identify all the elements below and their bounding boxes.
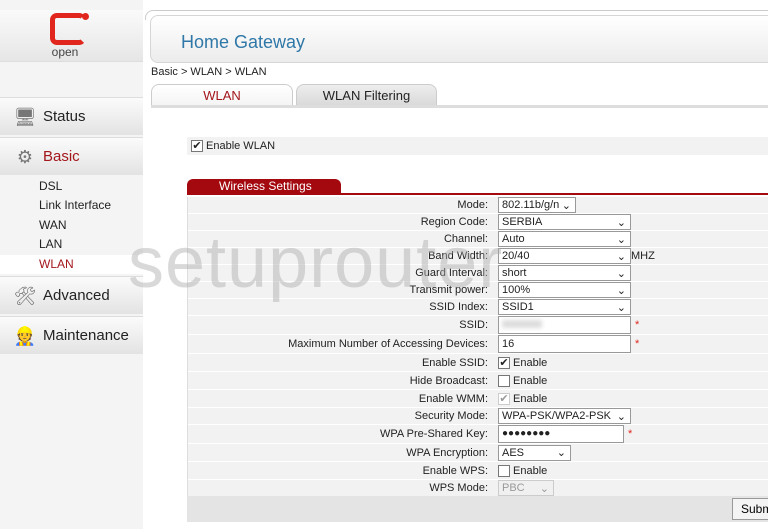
submenu-lan[interactable]: LAN <box>0 235 143 254</box>
ssid-input[interactable] <box>498 316 631 334</box>
power-label: Transmit power: <box>409 284 488 296</box>
wmm-label: Enable WMM: <box>418 392 488 405</box>
tools-icon: 🛠 <box>13 285 37 306</box>
required-mark: * <box>628 428 633 440</box>
bandwidth-select[interactable]: 20/40 ⌄ <box>498 248 631 264</box>
ssid-index-label: SSID Index: <box>429 301 488 313</box>
logo: open <box>0 10 143 62</box>
logo-mark <box>50 13 86 45</box>
chevron-down-icon: ⌄ <box>561 199 571 212</box>
sidebar-item-label: Maintenance <box>43 327 129 344</box>
enable-ssid-text: Enable <box>513 356 548 369</box>
power-select[interactable]: 100% ⌄ <box>498 282 631 298</box>
sidebar-item-advanced[interactable]: 🛠 Advanced <box>0 276 143 314</box>
chevron-down-icon: ⌄ <box>539 482 549 495</box>
tab-wlan-filtering[interactable]: WLAN Filtering <box>296 84 437 106</box>
page-title: Home Gateway <box>181 32 306 52</box>
sidebar: open 🖥 Status ⚙ Basic DSL Link Interface W… <box>0 0 143 529</box>
encryption-label: WPA Encryption: <box>406 446 488 459</box>
ssid-index-value: SSID1 <box>502 301 534 313</box>
guard-label: Guard Interval: <box>415 267 488 279</box>
chevron-down-icon: ⌄ <box>616 233 626 246</box>
region-value: SERBIA <box>502 216 543 228</box>
mode-select[interactable]: 802.11b/g/n ⌄ <box>498 197 576 213</box>
encryption-select[interactable]: AES ⌄ <box>498 444 571 461</box>
enable-wlan-checkbox[interactable]: ✔ <box>191 140 203 152</box>
guard-value: short <box>502 267 527 279</box>
tab-wlan[interactable]: WLAN <box>151 84 293 106</box>
enable-wlan-row: ✔ Enable WLAN <box>187 137 768 155</box>
wmm-checkbox[interactable]: ✔ <box>498 392 510 405</box>
psk-input[interactable]: ●●●●●●●● <box>498 425 624 443</box>
channel-label: Channel: <box>443 233 488 245</box>
wps-label: Enable WPS: <box>422 464 488 477</box>
chevron-down-icon: ⌄ <box>616 301 626 314</box>
enable-ssid-label: Enable SSID: <box>421 356 488 369</box>
bandwidth-unit: MHZ <box>631 250 655 262</box>
enable-ssid-checkbox[interactable]: ✔ <box>498 356 510 369</box>
section-title: Wireless Settings <box>187 179 341 194</box>
submenu-link-interface[interactable]: Link Interface <box>0 196 143 215</box>
chevron-down-icon: ⌄ <box>616 410 626 423</box>
sidebar-item-label: Basic <box>43 148 80 165</box>
required-mark: * <box>635 319 640 331</box>
hide-broadcast-label: Hide Broadcast: <box>409 374 488 387</box>
channel-select[interactable]: Auto ⌄ <box>498 231 631 247</box>
security-select[interactable]: WPA-PSK/WPA2-PSK ⌄ <box>498 408 631 424</box>
required-mark: * <box>635 338 640 350</box>
channel-value: Auto <box>502 233 525 245</box>
guard-select[interactable]: short ⌄ <box>498 265 631 281</box>
region-select[interactable]: SERBIA ⌄ <box>498 214 631 230</box>
bandwidth-label: Band Width: <box>428 250 488 262</box>
chevron-down-icon: ⌄ <box>616 250 626 263</box>
max-devices-label: Maximum Number of Accessing Devices: <box>288 338 488 350</box>
sidebar-item-status[interactable]: 🖥 Status <box>0 97 143 135</box>
sidebar-item-label: Status <box>43 108 86 125</box>
logo-dot <box>82 13 89 20</box>
power-value: 100% <box>502 284 531 296</box>
mode-label: Mode: <box>457 199 488 211</box>
wps-text: Enable <box>513 464 548 477</box>
chevron-down-icon: ⌄ <box>616 216 626 229</box>
hide-broadcast-text: Enable <box>513 374 548 387</box>
psk-label: WPA Pre-Shared Key: <box>379 428 488 440</box>
wps-mode-value: PBC <box>502 482 525 494</box>
sidebar-item-basic[interactable]: ⚙ Basic <box>0 137 143 175</box>
hide-broadcast-checkbox[interactable] <box>498 374 510 387</box>
security-value: WPA-PSK/WPA2-PSK <box>502 410 612 422</box>
tab-divider <box>151 105 768 108</box>
region-label: Region Code: <box>420 216 488 228</box>
sidebar-item-maintenance[interactable]: 👷 Maintenance <box>0 316 143 354</box>
person-icon: 👷 <box>13 325 37 346</box>
security-label: Security Mode: <box>414 410 488 422</box>
header: Home Gateway <box>150 15 768 63</box>
ssid-label: SSID: <box>459 319 488 331</box>
logo-text: open <box>51 45 79 59</box>
blurred-ssid <box>502 320 542 328</box>
chevron-down-icon: ⌄ <box>616 284 626 297</box>
encryption-value: AES <box>502 446 525 459</box>
wps-mode-select[interactable]: PBC ⌄ <box>498 480 554 496</box>
gear-icon: ⚙ <box>16 146 34 167</box>
ssid-index-select[interactable]: SSID1 ⌄ <box>498 299 631 315</box>
submenu-dsl[interactable]: DSL <box>0 177 143 196</box>
wps-mode-label: WPS Mode: <box>429 482 488 494</box>
submenu-wan[interactable]: WAN <box>0 216 143 235</box>
sidebar-item-label: Advanced <box>43 287 110 304</box>
wmm-text: Enable <box>513 392 548 405</box>
section-divider <box>187 193 768 195</box>
enable-wlan-label: Enable WLAN <box>206 140 276 152</box>
breadcrumb: Basic > WLAN > WLAN <box>151 66 267 78</box>
submit-button[interactable]: Submit <box>732 498 768 520</box>
bandwidth-value: 20/40 <box>502 250 530 262</box>
wps-checkbox[interactable] <box>498 464 510 477</box>
monitor-info-icon: 🖥 <box>13 106 37 127</box>
mode-value: 802.11b/g/n <box>502 199 560 211</box>
wireless-settings-form: Mode: 802.11b/g/n ⌄ Region Code: SERBIA ⌄ Ch… <box>187 197 768 497</box>
submenu-wlan[interactable]: WLAN <box>0 255 143 274</box>
chevron-down-icon: ⌄ <box>556 447 566 459</box>
button-bar: Submit <box>187 496 768 522</box>
max-devices-input[interactable]: 16 <box>498 335 631 353</box>
chevron-down-icon: ⌄ <box>616 267 626 280</box>
